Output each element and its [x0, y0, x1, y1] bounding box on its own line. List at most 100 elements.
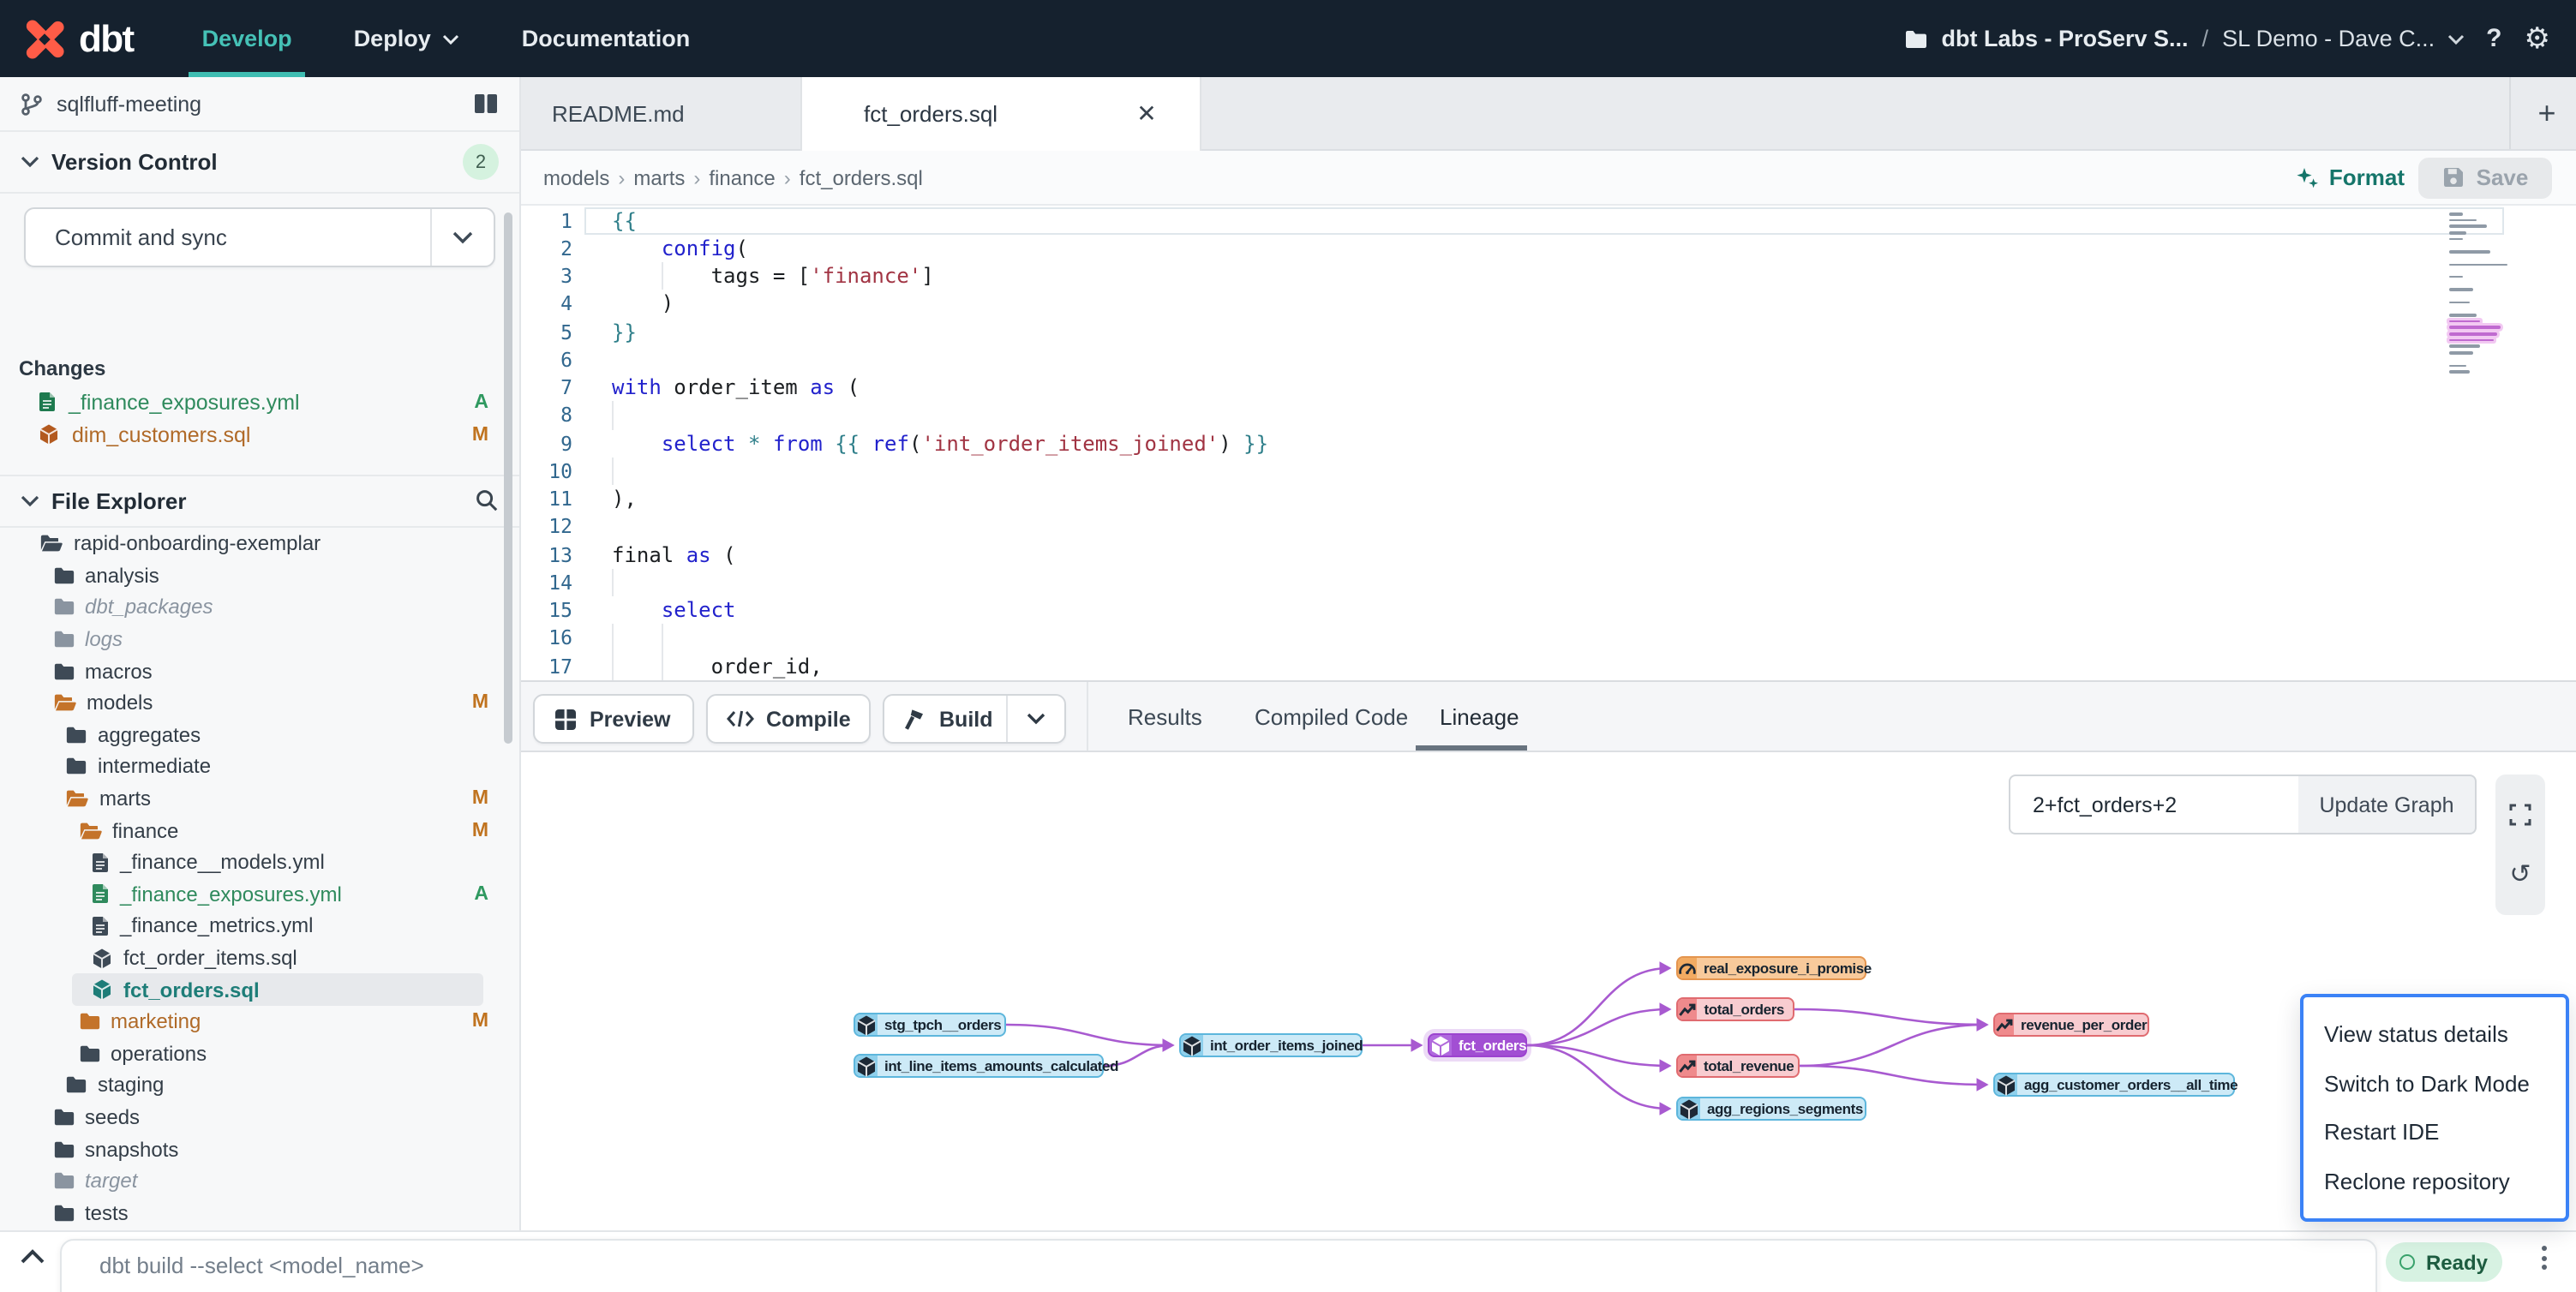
breadcrumb-segment[interactable]: finance	[709, 165, 775, 189]
panel-tab-compiled-code[interactable]: Compiled Code	[1255, 682, 1408, 751]
changed-file[interactable]: _finance_exposures.ymlA	[0, 386, 519, 418]
tree-item-marketing[interactable]: marketingM	[0, 1006, 519, 1038]
panel-tab-lineage[interactable]: Lineage	[1440, 682, 1519, 751]
chevron-up-icon[interactable]	[19, 1247, 46, 1265]
tree-item-_finance_exposures.yml[interactable]: _finance_exposures.ymlA	[0, 878, 519, 910]
save-button[interactable]: Save	[2418, 157, 2552, 198]
lineage-edge	[1006, 1025, 1172, 1045]
tree-item-operations[interactable]: operations	[0, 1038, 519, 1069]
tree-item-dbt_packages[interactable]: dbt_packages	[0, 591, 519, 623]
new-tab-button[interactable]: +	[2528, 94, 2566, 132]
menu-item-restart-ide[interactable]: Restart IDE	[2303, 1109, 2566, 1157]
tree-item-snapshots[interactable]: snapshots	[0, 1133, 519, 1165]
update-graph-button[interactable]: Update Graph	[2298, 775, 2477, 834]
lineage-node-revenue_per_order[interactable]: revenue_per_order	[1993, 1013, 2149, 1037]
folder-icon	[78, 820, 102, 840]
lineage-node-agg_customer_orders__all_time[interactable]: agg_customer_orders__all_time	[1993, 1073, 2235, 1097]
file-tree-scrollbar[interactable]	[504, 212, 512, 744]
preview-button[interactable]: Preview	[533, 694, 694, 744]
lineage-node-total_revenue[interactable]: total_revenue	[1676, 1054, 1800, 1078]
tree-item-rapid-onboarding-exemplar[interactable]: rapid-onboarding-exemplar	[0, 528, 519, 559]
lineage-node-real_exposure_i_promise[interactable]: real_exposure_i_promise	[1676, 956, 1866, 980]
lineage-node-int_order_items_joined[interactable]: int_order_items_joined	[1179, 1033, 1363, 1057]
tab-README.md[interactable]: README.md	[519, 77, 782, 149]
nav-item-develop[interactable]: Develop	[202, 0, 292, 77]
code-line-14: 14	[519, 569, 2576, 597]
menu-item-switch-to-dark-mode[interactable]: Switch to Dark Mode	[2303, 1059, 2566, 1107]
status-badge[interactable]: Ready	[2386, 1242, 2502, 1282]
lineage-node-int_line_items_amounts_calculated[interactable]: int_line_items_amounts_calculated	[854, 1054, 1104, 1078]
model-cube-icon	[1429, 1035, 1452, 1056]
dbt-logo[interactable]: dbt	[22, 16, 134, 61]
tree-item-models[interactable]: modelsM	[0, 687, 519, 719]
tree-item-intermediate[interactable]: intermediate	[0, 751, 519, 782]
breadcrumb-separator: /	[2202, 26, 2209, 51]
file-explorer-header[interactable]: File Explorer	[0, 475, 519, 528]
fullscreen-icon[interactable]	[2509, 803, 2531, 825]
search-icon[interactable]	[475, 488, 499, 512]
kebab-menu-icon[interactable]	[2533, 1246, 2554, 1270]
sparkles-icon	[2295, 165, 2319, 189]
tree-item-seeds[interactable]: seeds	[0, 1101, 519, 1133]
reset-view-icon[interactable]: ↺	[2509, 861, 2531, 887]
tree-item-aggregates[interactable]: aggregates	[0, 719, 519, 751]
lineage-node-fct_orders[interactable]: fct_orders	[1428, 1033, 1527, 1057]
breadcrumb-segment[interactable]: marts	[633, 165, 685, 189]
tree-item-logs[interactable]: logs	[0, 624, 519, 655]
changes-list: _finance_exposures.ymlAdim_customers.sql…	[0, 386, 519, 451]
breadcrumb-segment[interactable]: models	[543, 165, 609, 189]
command-input[interactable]: dbt build --select <model_name>	[60, 1239, 2377, 1292]
model-file-icon	[91, 978, 113, 1001]
tree-item-target[interactable]: target	[0, 1165, 519, 1197]
format-button[interactable]: Format	[2295, 164, 2405, 190]
tree-item-_finance__models.yml[interactable]: _finance__models.yml	[0, 846, 519, 878]
tree-item-macros[interactable]: macros	[0, 655, 519, 687]
menu-item-view-status-details[interactable]: View status details	[2303, 1010, 2566, 1058]
tree-item-_finance_metrics.yml[interactable]: _finance_metrics.yml	[0, 910, 519, 942]
panel-tab-results[interactable]: Results	[1128, 682, 1202, 751]
close-tab-icon[interactable]: ✕	[1131, 98, 1162, 129]
build-button[interactable]: Build	[883, 694, 1066, 744]
lineage-node-agg_regions_segments[interactable]: agg_regions_segments	[1676, 1097, 1866, 1121]
minimap[interactable]	[2449, 212, 2518, 401]
code-line-4: 4 )	[519, 290, 2576, 319]
code-line-2: 2 config(	[519, 235, 2576, 263]
tree-item-finance[interactable]: financeM	[0, 815, 519, 846]
nav-item-documentation[interactable]: Documentation	[522, 0, 691, 77]
branch-row[interactable]: sqlfluff-meeting	[0, 77, 519, 132]
git-status-letter: M	[472, 788, 488, 809]
lineage-node-total_orders[interactable]: total_orders	[1676, 997, 1794, 1021]
code-editor[interactable]: 1{{2 config(3 tags = ['finance']4 )5}}67…	[519, 206, 2576, 680]
version-control-header[interactable]: Version Control 2	[0, 132, 519, 194]
line-number: 1	[519, 206, 572, 235]
metric-icon	[1678, 999, 1698, 1020]
breadcrumb-segment[interactable]: fct_orders.sql	[800, 165, 923, 189]
code-line-17: 17 order_id,	[519, 652, 2576, 680]
compile-button[interactable]: Compile	[706, 694, 871, 744]
menu-item-reclone-repository[interactable]: Reclone repository	[2303, 1157, 2566, 1205]
lineage-node-stg_tpch__orders[interactable]: stg_tpch__orders	[854, 1013, 1006, 1037]
tree-item-fct_orders.sql[interactable]: fct_orders.sql	[0, 974, 519, 1006]
tree-item-staging[interactable]: staging	[0, 1069, 519, 1101]
project-breadcrumb[interactable]: dbt Labs - ProServ S... / SL Demo - Dave…	[1903, 26, 2464, 51]
tree-item-tests[interactable]: tests	[0, 1197, 519, 1229]
tab-fct_orders.sql[interactable]: fct_orders.sql✕	[800, 77, 1201, 151]
tree-item-fct_order_items.sql[interactable]: fct_order_items.sql	[0, 942, 519, 973]
commit-and-sync-button[interactable]: Commit and sync	[24, 207, 495, 267]
docs-book-icon[interactable]	[473, 93, 499, 115]
git-status-letter: M	[472, 820, 488, 840]
tree-item-analysis[interactable]: analysis	[0, 559, 519, 591]
tree-item-marts[interactable]: martsM	[0, 783, 519, 815]
commit-options-chevron[interactable]	[430, 209, 494, 266]
build-options-chevron[interactable]	[1007, 696, 1063, 742]
lineage-selector-value: 2+fct_orders+2	[2033, 793, 2177, 816]
line-number: 12	[519, 513, 572, 541]
nav-item-deploy[interactable]: Deploy	[354, 0, 460, 77]
file-icon	[91, 915, 110, 937]
folder-icon	[52, 1107, 75, 1128]
lineage-selector-input[interactable]: 2+fct_orders+2	[2009, 775, 2302, 834]
changed-file[interactable]: dim_customers.sqlM	[0, 418, 519, 451]
editor-breadcrumb-row: models›marts›finance›fct_orders.sql Form…	[519, 151, 2576, 206]
help-icon[interactable]: ?	[2486, 24, 2501, 53]
gear-icon[interactable]: ⚙	[2525, 21, 2551, 56]
